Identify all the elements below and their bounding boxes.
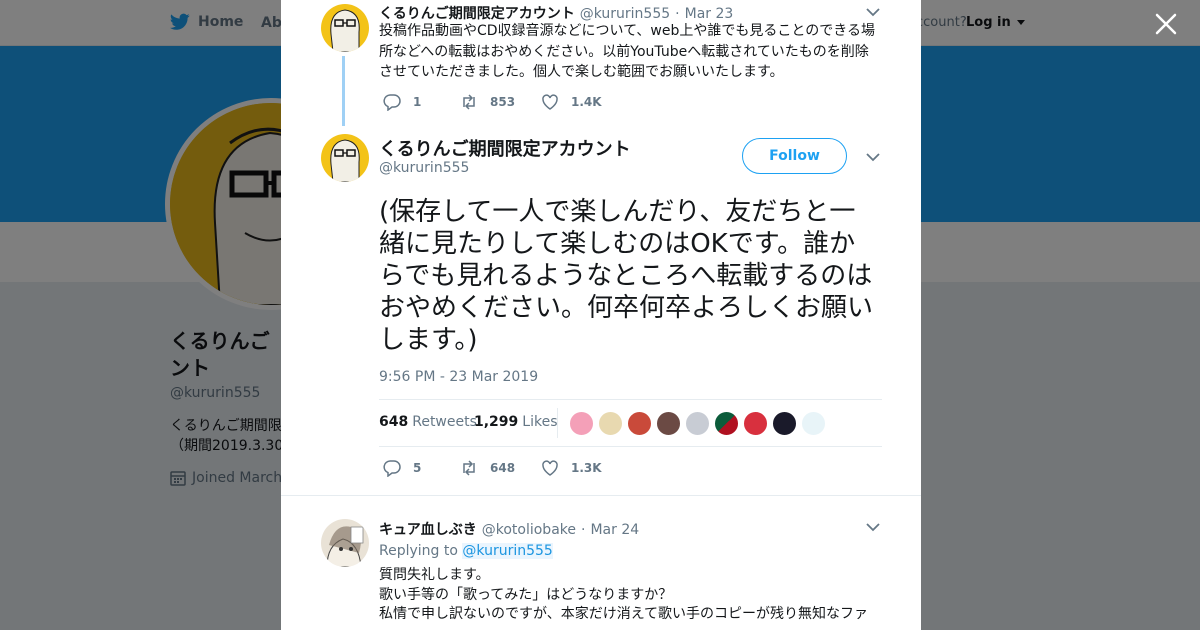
liker-avatar[interactable] bbox=[598, 411, 623, 436]
reply-text-line: 質問失礼します。 bbox=[379, 567, 490, 583]
tweet-stats-bar: 648 Retweets 1,299 Likes bbox=[379, 399, 882, 447]
main-reply-button[interactable]: 5 bbox=[383, 459, 421, 477]
parent-tweet-header: くるりんご期間限定アカウント @kururin555 · Mar 23 bbox=[379, 3, 733, 23]
parent-tweet-text: 投稿作品動画やCD収録音源などについて、web上や誰でも見ることのできる場所など… bbox=[379, 23, 875, 80]
parent-like-button[interactable]: 1.4K bbox=[541, 93, 602, 111]
liker-avatar[interactable] bbox=[685, 411, 710, 436]
liker-avatar[interactable] bbox=[569, 411, 594, 436]
reply-icon bbox=[383, 460, 401, 477]
thread-connector bbox=[342, 56, 345, 126]
likes-stat-label: Likes bbox=[522, 414, 558, 430]
liker-avatar[interactable] bbox=[714, 411, 739, 436]
main-tweet-timestamp[interactable]: 9:56 PM - 23 Mar 2019 bbox=[379, 369, 538, 385]
avatar-drawing-icon bbox=[326, 526, 364, 567]
reply-text-line: 歌い手等の「歌ってみた」はどうなりますか？ bbox=[379, 586, 673, 603]
reply-tweet-text: 質問失礼します。 歌い手等の「歌ってみた」はどうなりますか？ 私情で申し訳ないの… bbox=[379, 566, 879, 625]
reply-tweet-handle[interactable]: @kotoliobake bbox=[482, 522, 576, 538]
replying-to-prefix: Replying to bbox=[379, 543, 458, 559]
parent-tweet-name[interactable]: くるりんご期間限定アカウント bbox=[379, 3, 575, 23]
dot-separator: · bbox=[581, 522, 586, 538]
chevron-down-icon[interactable] bbox=[866, 7, 880, 17]
reply-tweet-avatar[interactable] bbox=[321, 519, 369, 567]
likes-stat[interactable]: 1,299 Likes bbox=[474, 414, 558, 430]
main-tweet-handle[interactable]: @kururin555 bbox=[379, 160, 469, 176]
like-icon bbox=[542, 460, 558, 476]
main-retweet-count: 648 bbox=[490, 461, 516, 475]
main-tweet-avatar[interactable] bbox=[321, 134, 369, 182]
parent-tweet-handle[interactable]: @kururin555 bbox=[580, 6, 670, 22]
main-reply-count: 5 bbox=[413, 461, 422, 475]
parent-reply-count: 1 bbox=[413, 95, 422, 109]
likes-stat-count: 1,299 bbox=[474, 414, 519, 430]
parent-retweet-count: 853 bbox=[490, 95, 516, 109]
main-like-count: 1.3K bbox=[571, 461, 602, 475]
chevron-down-icon[interactable] bbox=[866, 522, 880, 532]
liker-avatar[interactable] bbox=[743, 411, 768, 436]
follow-button[interactable]: Follow bbox=[742, 138, 847, 174]
chevron-down-icon[interactable] bbox=[866, 152, 880, 162]
reply-tweet-date[interactable]: Mar 24 bbox=[590, 522, 639, 538]
reply-icon bbox=[383, 94, 401, 111]
tweet-separator bbox=[281, 495, 921, 496]
retweets-stat[interactable]: 648 Retweets bbox=[379, 414, 477, 430]
replying-to: Replying to @kururin555 bbox=[379, 543, 553, 559]
retweets-stat-count: 648 bbox=[379, 414, 409, 430]
parent-retweet-button[interactable]: 853 bbox=[460, 93, 515, 111]
close-icon[interactable] bbox=[1154, 12, 1178, 36]
main-tweet-text: (保存して一人で楽しんだり、友だちと一緒に見たりして楽しむのはOKです。誰からで… bbox=[379, 197, 874, 355]
reply-tweet-name[interactable]: キュア血しぶき bbox=[379, 519, 477, 539]
retweets-stat-label: Retweets bbox=[412, 414, 477, 430]
liker-avatar[interactable] bbox=[656, 411, 681, 436]
main-like-button[interactable]: 1.3K bbox=[541, 459, 602, 477]
liker-avatar[interactable] bbox=[772, 411, 797, 436]
parent-like-count: 1.4K bbox=[571, 95, 602, 109]
avatar-sketch-icon bbox=[330, 9, 360, 52]
reply-text-line: 私情で申し訳ないのですが、本家だけ消えて歌い手のコピーが残り無知なファ bbox=[379, 606, 869, 622]
liker-avatars bbox=[569, 411, 826, 436]
liker-avatar[interactable] bbox=[801, 411, 826, 436]
dot-separator: · bbox=[675, 6, 680, 22]
main-retweet-button[interactable]: 648 bbox=[460, 459, 515, 477]
avatar-sketch-icon bbox=[330, 139, 360, 182]
main-tweet-name[interactable]: くるりんご期間限定アカウント bbox=[379, 135, 631, 161]
liker-avatar[interactable] bbox=[627, 411, 652, 436]
like-icon bbox=[542, 94, 558, 110]
stats-divider bbox=[557, 408, 558, 438]
parent-reply-button[interactable]: 1 bbox=[383, 93, 421, 111]
retweet-icon bbox=[463, 94, 475, 110]
reply-tweet-header: キュア血しぶき @kotoliobake · Mar 24 bbox=[379, 519, 639, 539]
retweet-icon bbox=[463, 460, 475, 476]
replying-to-handle-link[interactable]: @kururin555 bbox=[462, 543, 553, 559]
parent-tweet-avatar[interactable] bbox=[321, 4, 369, 52]
parent-tweet-date[interactable]: Mar 23 bbox=[685, 6, 734, 22]
